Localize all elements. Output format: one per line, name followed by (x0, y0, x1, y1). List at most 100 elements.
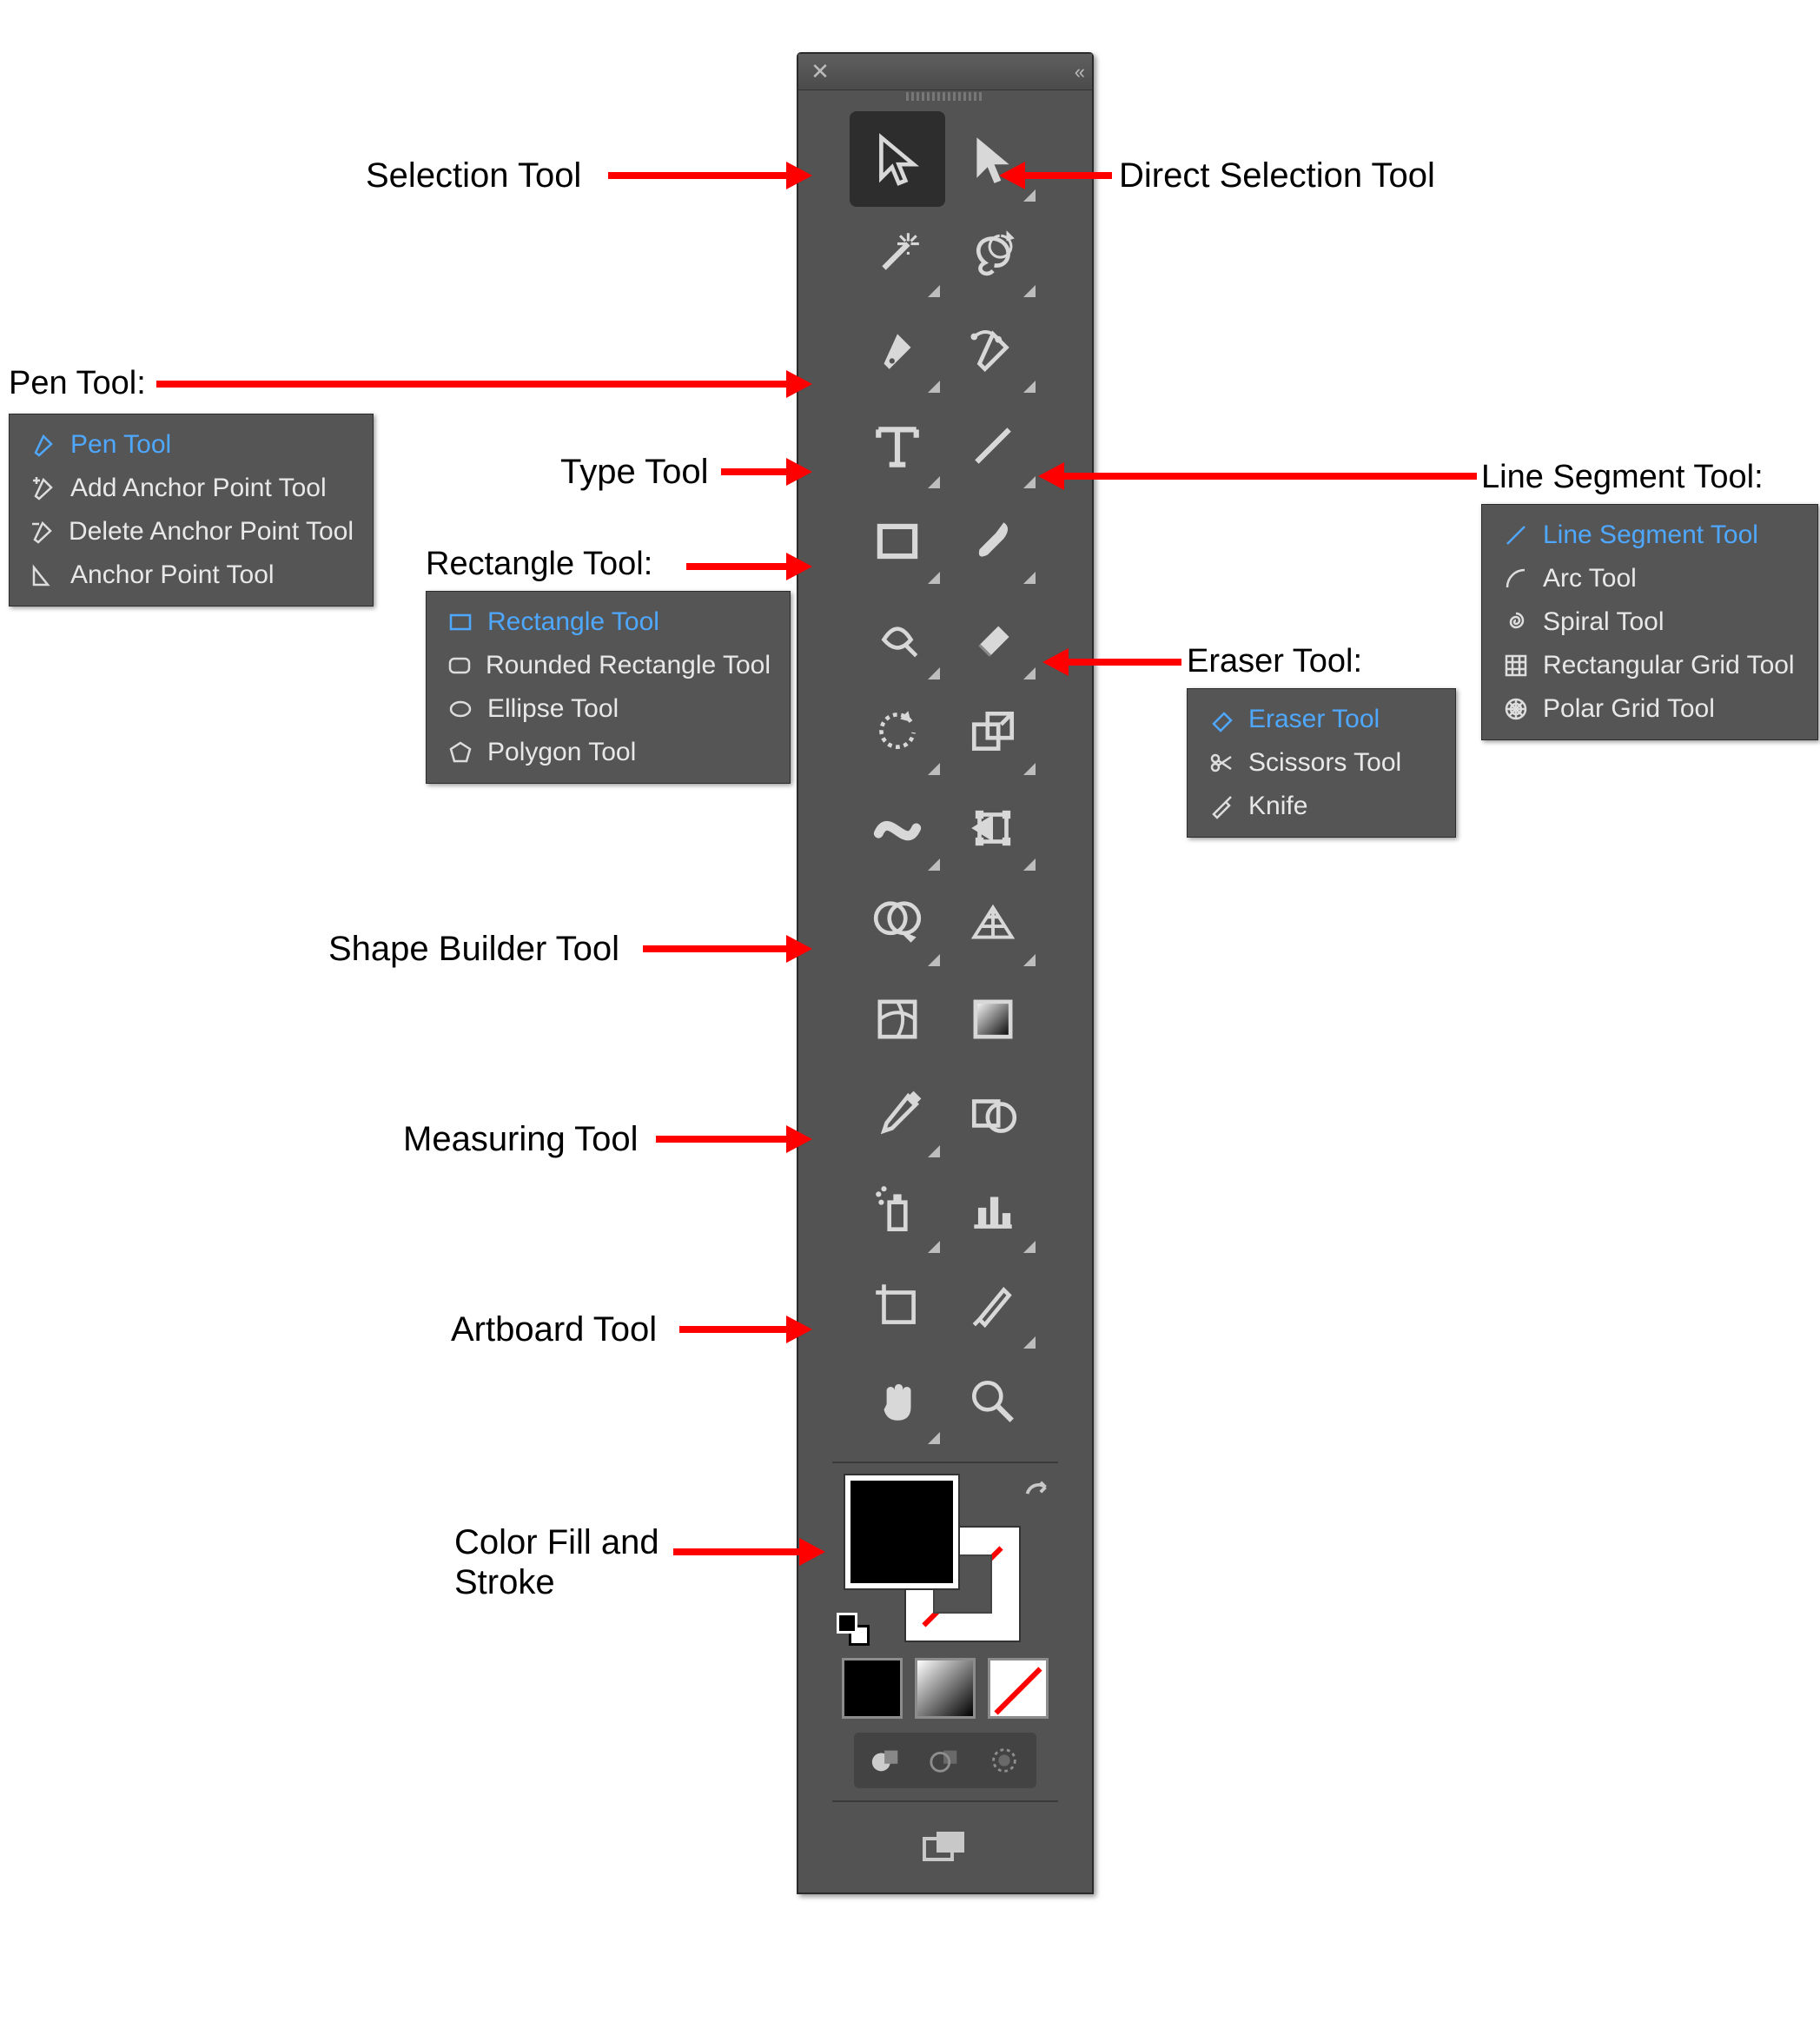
arrow (156, 381, 786, 388)
direct-selection-tool[interactable] (945, 111, 1041, 207)
rotate-tool[interactable] (850, 685, 945, 780)
flyout-label: Polygon Tool (487, 738, 636, 767)
flyout-item[interactable]: Polar Grid Tool (1482, 687, 1817, 731)
fill-swatch[interactable] (845, 1475, 958, 1588)
flyout-item[interactable]: Anchor Point Tool (10, 553, 373, 597)
pen-icon (29, 430, 58, 460)
perspective-grid-tool[interactable] (945, 876, 1041, 971)
artboard-tool[interactable] (850, 1258, 945, 1354)
flyout-label: Eraser Tool (1248, 705, 1380, 734)
column-graph-tool[interactable] (945, 1163, 1041, 1258)
hand-tool[interactable] (850, 1354, 945, 1449)
color-mode-color[interactable] (842, 1658, 903, 1719)
magic-wand-tool[interactable] (850, 207, 945, 302)
zoom-tool[interactable] (945, 1354, 1041, 1449)
measuring-callout: Measuring Tool (403, 1120, 639, 1159)
arrow-head (799, 1538, 825, 1566)
flyout-label: Rounded Rectangle Tool (486, 651, 771, 680)
flyout-item[interactable]: Delete Anchor Point Tool (10, 510, 373, 553)
rectangle-flyout-title: Rectangle Tool: (426, 546, 652, 583)
panel-header: ✕ « (798, 54, 1092, 90)
arrow-head (786, 1316, 812, 1343)
type-tool[interactable] (850, 398, 945, 494)
arrow-head (786, 553, 812, 580)
tools-panel: ✕ « (797, 52, 1094, 1894)
color-mode-gradient[interactable] (915, 1658, 976, 1719)
arrow-head (999, 162, 1025, 189)
arrow (1025, 172, 1112, 179)
arrow-head (786, 935, 812, 963)
width-tool[interactable] (850, 780, 945, 876)
flyout-item[interactable]: Rounded Rectangle Tool (427, 644, 790, 687)
arrow (643, 945, 786, 952)
flyout-item[interactable]: Eraser Tool (1188, 698, 1455, 741)
shape-builder-callout: Shape Builder Tool (328, 930, 619, 969)
arrow (673, 1548, 799, 1555)
eyedropper-tool[interactable] (850, 1067, 945, 1163)
arrow (608, 172, 786, 179)
flyout-label: Spiral Tool (1543, 607, 1664, 637)
lasso-tool[interactable] (945, 207, 1041, 302)
flyout-label: Line Segment Tool (1543, 520, 1758, 550)
del-anchor-icon (29, 517, 56, 547)
rect-icon (446, 607, 475, 637)
collapse-icon[interactable]: « (1075, 61, 1080, 83)
close-icon[interactable]: ✕ (807, 59, 833, 85)
flyout-label: Anchor Point Tool (70, 560, 275, 590)
pen-tool[interactable] (850, 302, 945, 398)
eraser-flyout-title: Eraser Tool: (1187, 643, 1362, 680)
arrow-head (786, 162, 812, 189)
blend-tool[interactable] (945, 1067, 1041, 1163)
curvature-tool[interactable] (945, 302, 1041, 398)
slice-tool[interactable] (945, 1258, 1041, 1354)
screen-mode-icon[interactable] (906, 1823, 984, 1875)
arrow-head (786, 1125, 812, 1153)
selection-tool[interactable] (850, 111, 945, 207)
flyout-item[interactable]: Arc Tool (1482, 557, 1817, 600)
flyout-item[interactable]: Line Segment Tool (1482, 514, 1817, 557)
rectangle-tool[interactable] (850, 494, 945, 589)
flyout-item[interactable]: Ellipse Tool (427, 687, 790, 731)
artboard-callout: Artboard Tool (451, 1310, 657, 1349)
flyout-item[interactable]: Scissors Tool (1188, 741, 1455, 785)
flyout-item[interactable]: Add Anchor Point Tool (10, 467, 373, 510)
add-anchor-icon (29, 474, 58, 503)
free-transform-tool[interactable] (945, 780, 1041, 876)
symbol-sprayer-tool[interactable] (850, 1163, 945, 1258)
pen-flyout-title: Pen Tool: (9, 365, 146, 402)
mesh-tool[interactable] (850, 971, 945, 1067)
flyout-item[interactable]: Spiral Tool (1482, 600, 1817, 644)
default-fill-stroke-icon[interactable] (837, 1613, 873, 1649)
shape-builder-tool[interactable] (850, 876, 945, 971)
flyout-item[interactable]: Knife (1188, 785, 1455, 828)
type-callout: Type Tool (560, 453, 709, 492)
color-mode-none[interactable] (988, 1658, 1049, 1719)
draw-behind-icon[interactable] (918, 1738, 972, 1783)
line-segment-tool[interactable] (945, 398, 1041, 494)
arrow (679, 1326, 786, 1333)
line-flyout-title: Line Segment Tool: (1481, 459, 1764, 496)
swap-fill-stroke-icon[interactable] (1021, 1479, 1054, 1512)
paintbrush-tool[interactable] (945, 494, 1041, 589)
fill-stroke-control (837, 1475, 1054, 1649)
flyout-item[interactable]: Pen Tool (10, 423, 373, 467)
shaper-tool[interactable] (850, 589, 945, 685)
drag-grip[interactable] (906, 92, 984, 101)
eraser-flyout: Eraser Tool Scissors Tool Knife (1187, 688, 1456, 838)
flyout-label: Polar Grid Tool (1543, 694, 1715, 724)
arrow-head (1038, 462, 1064, 490)
scale-tool[interactable] (945, 685, 1041, 780)
anchor-point-icon (29, 560, 58, 590)
draw-normal-icon[interactable] (859, 1738, 913, 1783)
flyout-item[interactable]: Polygon Tool (427, 731, 790, 774)
scissors-icon (1207, 748, 1236, 778)
eraser-tool[interactable] (945, 589, 1041, 685)
flyout-item[interactable]: Rectangular Grid Tool (1482, 644, 1817, 687)
arrow-head (1042, 648, 1069, 676)
arrow-head (786, 370, 812, 398)
eraser-icon (1207, 705, 1236, 734)
draw-inside-icon[interactable] (977, 1738, 1031, 1783)
rectangle-flyout: Rectangle Tool Rounded Rectangle Tool El… (426, 591, 791, 784)
gradient-tool[interactable] (945, 971, 1041, 1067)
flyout-item[interactable]: Rectangle Tool (427, 600, 790, 644)
